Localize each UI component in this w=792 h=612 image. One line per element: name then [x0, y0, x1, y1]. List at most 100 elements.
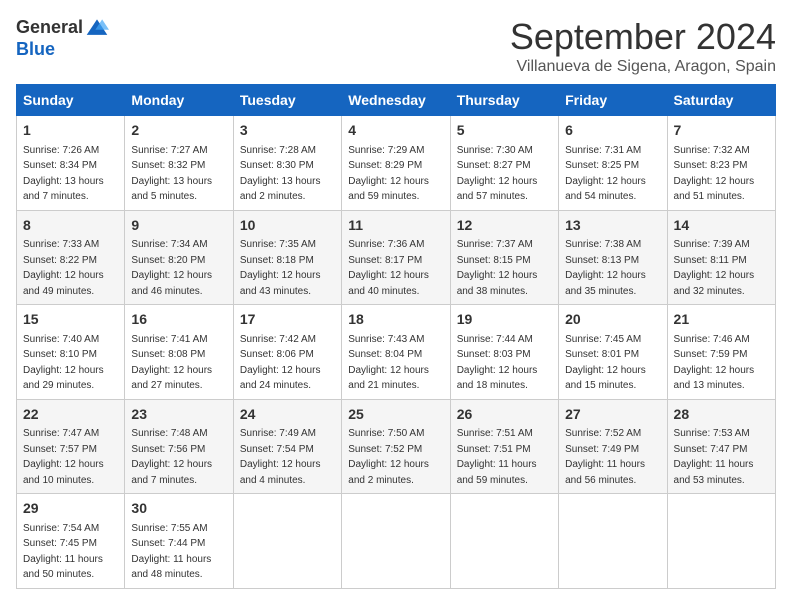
day-info: Sunrise: 7:46 AMSunset: 7:59 PMDaylight:…	[674, 334, 755, 392]
header-thursday: Thursday	[450, 85, 558, 116]
day-number: 28	[674, 405, 769, 425]
table-row: 28 Sunrise: 7:53 AMSunset: 7:47 PMDayligh…	[667, 399, 775, 494]
table-row: 26Sunrise: 7:51 AMSunset: 7:51 PMDayligh…	[450, 399, 558, 494]
day-info: Sunrise: 7:37 AMSunset: 8:15 PMDaylight:…	[457, 239, 538, 297]
table-row	[342, 494, 450, 589]
day-info: Sunrise: 7:45 AMSunset: 8:01 PMDaylight:…	[565, 334, 646, 392]
day-info: Sunrise: 7:35 AMSunset: 8:18 PMDaylight:…	[240, 239, 321, 297]
day-number: 20	[565, 310, 660, 330]
day-info: Sunrise: 7:29 AMSunset: 8:29 PMDaylight:…	[348, 145, 429, 203]
day-number: 4	[348, 121, 443, 141]
day-info: Sunrise: 7:40 AMSunset: 8:10 PMDaylight:…	[23, 334, 104, 392]
day-info: Sunrise: 7:32 AMSunset: 8:23 PMDaylight:…	[674, 145, 755, 203]
day-info: Sunrise: 7:34 AMSunset: 8:20 PMDaylight:…	[131, 239, 212, 297]
calendar-week-2: 8 Sunrise: 7:33 AMSunset: 8:22 PMDaylight…	[17, 210, 776, 305]
day-number: 8	[23, 216, 118, 236]
day-number: 29	[23, 499, 118, 519]
day-number: 7	[674, 121, 769, 141]
day-info: Sunrise: 7:31 AMSunset: 8:25 PMDaylight:…	[565, 145, 646, 203]
table-row	[559, 494, 667, 589]
table-row: 5Sunrise: 7:30 AMSunset: 8:27 PMDaylight…	[450, 116, 558, 211]
table-row: 22 Sunrise: 7:47 AMSunset: 7:57 PMDayligh…	[17, 399, 125, 494]
table-row: 10 Sunrise: 7:35 AMSunset: 8:18 PMDayligh…	[233, 210, 341, 305]
table-row: 23Sunrise: 7:48 AMSunset: 7:56 PMDayligh…	[125, 399, 233, 494]
table-row	[233, 494, 341, 589]
table-row: 27 Sunrise: 7:52 AMSunset: 7:49 PMDayligh…	[559, 399, 667, 494]
day-info: Sunrise: 7:28 AMSunset: 8:30 PMDaylight:…	[240, 145, 321, 203]
header-tuesday: Tuesday	[233, 85, 341, 116]
logo-icon	[85, 16, 109, 40]
day-info: Sunrise: 7:48 AMSunset: 7:56 PMDaylight:…	[131, 428, 212, 486]
table-row: 2 Sunrise: 7:27 AMSunset: 8:32 PMDaylight…	[125, 116, 233, 211]
day-number: 22	[23, 405, 118, 425]
day-info: Sunrise: 7:54 AMSunset: 7:45 PMDaylight:…	[23, 523, 103, 581]
table-row: 8 Sunrise: 7:33 AMSunset: 8:22 PMDaylight…	[17, 210, 125, 305]
day-info: Sunrise: 7:55 AMSunset: 7:44 PMDaylight:…	[131, 523, 211, 581]
day-info: Sunrise: 7:44 AMSunset: 8:03 PMDaylight:…	[457, 334, 538, 392]
day-number: 27	[565, 405, 660, 425]
day-info: Sunrise: 7:41 AMSunset: 8:08 PMDaylight:…	[131, 334, 212, 392]
day-number: 1	[23, 121, 118, 141]
day-info: Sunrise: 7:36 AMSunset: 8:17 PMDaylight:…	[348, 239, 429, 297]
table-row: 19 Sunrise: 7:44 AMSunset: 8:03 PMDayligh…	[450, 305, 558, 400]
day-info: Sunrise: 7:26 AMSunset: 8:34 PMDaylight:…	[23, 145, 104, 203]
table-row: 30Sunrise: 7:55 AMSunset: 7:44 PMDayligh…	[125, 494, 233, 589]
calendar-week-3: 15 Sunrise: 7:40 AMSunset: 8:10 PMDayligh…	[17, 305, 776, 400]
day-number: 26	[457, 405, 552, 425]
day-number: 6	[565, 121, 660, 141]
month-title: September 2024	[510, 16, 776, 58]
table-row: 16 Sunrise: 7:41 AMSunset: 8:08 PMDayligh…	[125, 305, 233, 400]
table-row: 21 Sunrise: 7:46 AMSunset: 7:59 PMDayligh…	[667, 305, 775, 400]
day-info: Sunrise: 7:30 AMSunset: 8:27 PMDaylight:…	[457, 145, 538, 203]
header-monday: Monday	[125, 85, 233, 116]
header-saturday: Saturday	[667, 85, 775, 116]
calendar-week-1: 1 Sunrise: 7:26 AMSunset: 8:34 PMDaylight…	[17, 116, 776, 211]
day-number: 16	[131, 310, 226, 330]
header-sunday: Sunday	[17, 85, 125, 116]
table-row	[667, 494, 775, 589]
table-row: 18Sunrise: 7:43 AMSunset: 8:04 PMDayligh…	[342, 305, 450, 400]
day-number: 11	[348, 216, 443, 236]
table-row: 6 Sunrise: 7:31 AMSunset: 8:25 PMDaylight…	[559, 116, 667, 211]
day-number: 18	[348, 310, 443, 330]
day-info: Sunrise: 7:49 AMSunset: 7:54 PMDaylight:…	[240, 428, 321, 486]
table-row: 4 Sunrise: 7:29 AMSunset: 8:29 PMDaylight…	[342, 116, 450, 211]
day-number: 10	[240, 216, 335, 236]
day-info: Sunrise: 7:39 AMSunset: 8:11 PMDaylight:…	[674, 239, 755, 297]
logo-blue: Blue	[16, 40, 55, 60]
day-info: Sunrise: 7:53 AMSunset: 7:47 PMDaylight:…	[674, 428, 754, 486]
table-row: 3 Sunrise: 7:28 AMSunset: 8:30 PMDaylight…	[233, 116, 341, 211]
calendar-week-4: 22 Sunrise: 7:47 AMSunset: 7:57 PMDayligh…	[17, 399, 776, 494]
table-row: 25Sunrise: 7:50 AMSunset: 7:52 PMDayligh…	[342, 399, 450, 494]
calendar-table: Sunday Monday Tuesday Wednesday Thursday…	[16, 84, 776, 589]
day-number: 9	[131, 216, 226, 236]
title-block: September 2024 Villanueva de Sigena, Ara…	[510, 16, 776, 76]
logo-general: General	[16, 18, 83, 38]
day-number: 13	[565, 216, 660, 236]
day-number: 2	[131, 121, 226, 141]
calendar-header-row: Sunday Monday Tuesday Wednesday Thursday…	[17, 85, 776, 116]
header-wednesday: Wednesday	[342, 85, 450, 116]
table-row: 1 Sunrise: 7:26 AMSunset: 8:34 PMDaylight…	[17, 116, 125, 211]
day-number: 12	[457, 216, 552, 236]
day-number: 21	[674, 310, 769, 330]
table-row: 11 Sunrise: 7:36 AMSunset: 8:17 PMDayligh…	[342, 210, 450, 305]
table-row: 17 Sunrise: 7:42 AMSunset: 8:06 PMDayligh…	[233, 305, 341, 400]
day-number: 25	[348, 405, 443, 425]
day-number: 14	[674, 216, 769, 236]
table-row: 14 Sunrise: 7:39 AMSunset: 8:11 PMDayligh…	[667, 210, 775, 305]
table-row: 29 Sunrise: 7:54 AMSunset: 7:45 PMDayligh…	[17, 494, 125, 589]
day-info: Sunrise: 7:52 AMSunset: 7:49 PMDaylight:…	[565, 428, 645, 486]
location-title: Villanueva de Sigena, Aragon, Spain	[510, 58, 776, 76]
day-number: 19	[457, 310, 552, 330]
day-number: 3	[240, 121, 335, 141]
day-info: Sunrise: 7:47 AMSunset: 7:57 PMDaylight:…	[23, 428, 104, 486]
day-number: 15	[23, 310, 118, 330]
day-info: Sunrise: 7:33 AMSunset: 8:22 PMDaylight:…	[23, 239, 104, 297]
day-info: Sunrise: 7:42 AMSunset: 8:06 PMDaylight:…	[240, 334, 321, 392]
table-row: 7 Sunrise: 7:32 AMSunset: 8:23 PMDaylight…	[667, 116, 775, 211]
day-number: 17	[240, 310, 335, 330]
day-info: Sunrise: 7:38 AMSunset: 8:13 PMDaylight:…	[565, 239, 646, 297]
calendar-week-5: 29 Sunrise: 7:54 AMSunset: 7:45 PMDayligh…	[17, 494, 776, 589]
day-info: Sunrise: 7:27 AMSunset: 8:32 PMDaylight:…	[131, 145, 212, 203]
